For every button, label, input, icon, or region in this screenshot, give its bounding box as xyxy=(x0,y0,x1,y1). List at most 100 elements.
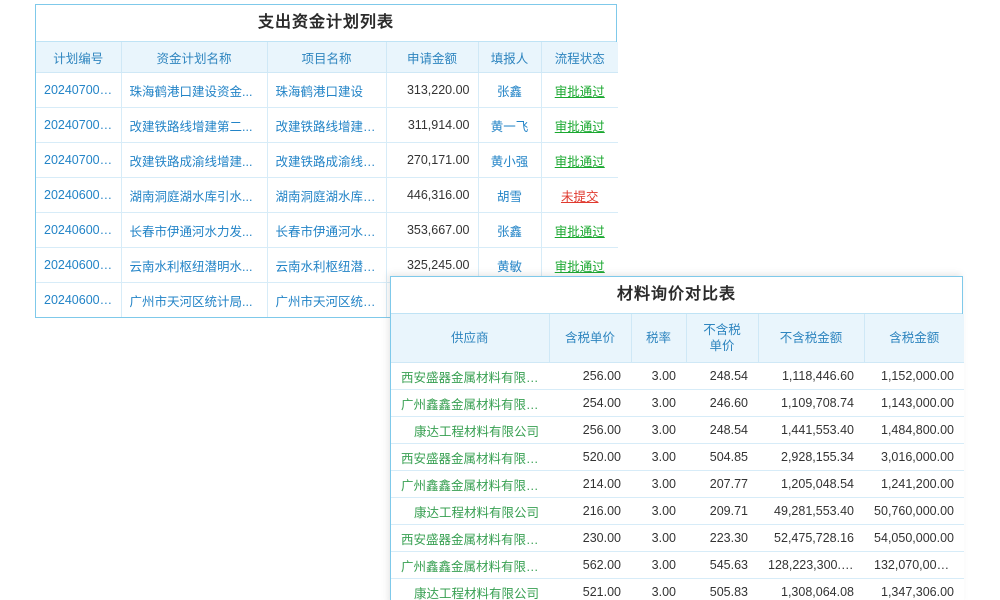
col-flow-status: 流程状态 xyxy=(541,42,618,73)
filler-cell: 黄小强 xyxy=(478,143,541,178)
plan-id-cell[interactable]: 2024070003 xyxy=(36,73,121,108)
expense-plan-row[interactable]: 2024070002 改建铁路线增建第二... 改建铁路线增建第... 311,… xyxy=(36,108,618,143)
material-inquiry-row[interactable]: 西安盛器金属材料有限公司 230.00 3.00 223.30 52,475,7… xyxy=(391,525,964,552)
plan-name-link[interactable]: 珠海鹤港口建设资金... xyxy=(121,73,267,108)
col-untaxed-unit-price: 不含税单价 xyxy=(686,314,758,363)
supplier-cell[interactable]: 康达工程材料有限公司 xyxy=(391,417,549,444)
plan-name-link[interactable]: 云南水利枢纽潜明水... xyxy=(121,248,267,283)
expense-plan-header-row: 计划编号 资金计划名称 项目名称 申请金额 填报人 流程状态 xyxy=(36,42,618,73)
taxed-amount-cell: 1,143,000.00 xyxy=(864,390,964,417)
taxed-amount-cell: 50,760,000.00 xyxy=(864,498,964,525)
taxed-unit-price-cell: 254.00 xyxy=(549,390,631,417)
untaxed-unit-price-cell: 248.54 xyxy=(686,363,758,390)
project-name-link[interactable]: 改建铁路成渝线增... xyxy=(267,143,386,178)
material-inquiry-table: 供应商 含税单价 税率 不含税单价 不含税金额 含税金额 西安盛器金属材料有限公… xyxy=(391,314,964,600)
untaxed-unit-price-cell: 504.85 xyxy=(686,444,758,471)
material-inquiry-row[interactable]: 广州鑫鑫金属材料有限公司 254.00 3.00 246.60 1,109,70… xyxy=(391,390,964,417)
col-filler: 填报人 xyxy=(478,42,541,73)
project-name-link[interactable]: 长春市伊通河水力... xyxy=(267,213,386,248)
supplier-cell[interactable]: 西安盛器金属材料有限公司 xyxy=(391,363,549,390)
expense-plan-row[interactable]: 2024060010 长春市伊通河水力发... 长春市伊通河水力... 353,… xyxy=(36,213,618,248)
supplier-cell[interactable]: 广州鑫鑫金属材料有限公司 xyxy=(391,552,549,579)
untaxed-amount-cell: 1,109,708.74 xyxy=(758,390,864,417)
material-inquiry-body: 西安盛器金属材料有限公司 256.00 3.00 248.54 1,118,44… xyxy=(391,363,964,600)
material-inquiry-row[interactable]: 康达工程材料有限公司 256.00 3.00 248.54 1,441,553.… xyxy=(391,417,964,444)
col-untaxed-amount: 不含税金额 xyxy=(758,314,864,363)
plan-id-cell[interactable]: 2024060010 xyxy=(36,213,121,248)
supplier-cell[interactable]: 西安盛器金属材料有限公司 xyxy=(391,525,549,552)
tax-rate-cell: 3.00 xyxy=(631,525,686,552)
untaxed-unit-price-cell: 248.54 xyxy=(686,417,758,444)
expense-plan-row[interactable]: 2024070003 珠海鹤港口建设资金... 珠海鹤港口建设 313,220.… xyxy=(36,73,618,108)
taxed-unit-price-cell: 521.00 xyxy=(549,579,631,600)
material-inquiry-title: 材料询价对比表 xyxy=(391,277,962,314)
material-inquiry-panel: 材料询价对比表 供应商 含税单价 税率 不含税单价 不含税金额 含税金额 西安盛… xyxy=(390,276,963,600)
expense-plan-panel: 支出资金计划列表 计划编号 资金计划名称 项目名称 申请金额 填报人 流程状态 … xyxy=(35,4,617,318)
project-name-link[interactable]: 珠海鹤港口建设 xyxy=(267,73,386,108)
supplier-cell[interactable]: 西安盛器金属材料有限公司 xyxy=(391,444,549,471)
apply-amount-cell: 446,316.00 xyxy=(386,178,478,213)
taxed-amount-cell: 1,484,800.00 xyxy=(864,417,964,444)
untaxed-unit-price-cell: 209.71 xyxy=(686,498,758,525)
plan-name-link[interactable]: 长春市伊通河水力发... xyxy=(121,213,267,248)
col-apply-amount: 申请金额 xyxy=(386,42,478,73)
plan-name-link[interactable]: 广州市天河区统计局... xyxy=(121,283,267,318)
col-tax-rate: 税率 xyxy=(631,314,686,363)
plan-id-cell[interactable]: 2024060009 xyxy=(36,248,121,283)
taxed-amount-cell: 1,152,000.00 xyxy=(864,363,964,390)
supplier-cell[interactable]: 广州鑫鑫金属材料有限公司 xyxy=(391,390,549,417)
supplier-cell[interactable]: 康达工程材料有限公司 xyxy=(391,498,549,525)
taxed-unit-price-cell: 230.00 xyxy=(549,525,631,552)
project-name-link[interactable]: 改建铁路线增建第... xyxy=(267,108,386,143)
supplier-cell[interactable]: 广州鑫鑫金属材料有限公司 xyxy=(391,471,549,498)
tax-rate-cell: 3.00 xyxy=(631,390,686,417)
flow-status-link[interactable]: 审批通过 xyxy=(541,213,618,248)
taxed-amount-cell: 1,241,200.00 xyxy=(864,471,964,498)
col-plan-name: 资金计划名称 xyxy=(121,42,267,73)
plan-id-cell[interactable]: 2024060008 xyxy=(36,283,121,318)
taxed-amount-cell: 132,070,000.00 xyxy=(864,552,964,579)
material-inquiry-row[interactable]: 广州鑫鑫金属材料有限公司 214.00 3.00 207.77 1,205,04… xyxy=(391,471,964,498)
col-supplier: 供应商 xyxy=(391,314,549,363)
filler-cell: 张鑫 xyxy=(478,213,541,248)
col-plan-id: 计划编号 xyxy=(36,42,121,73)
taxed-amount-cell: 3,016,000.00 xyxy=(864,444,964,471)
material-inquiry-row[interactable]: 康达工程材料有限公司 216.00 3.00 209.71 49,281,553… xyxy=(391,498,964,525)
project-name-link[interactable]: 湖南洞庭湖水库引... xyxy=(267,178,386,213)
material-inquiry-row[interactable]: 康达工程材料有限公司 521.00 3.00 505.83 1,308,064.… xyxy=(391,579,964,600)
taxed-amount-cell: 54,050,000.00 xyxy=(864,525,964,552)
material-inquiry-row[interactable]: 西安盛器金属材料有限公司 256.00 3.00 248.54 1,118,44… xyxy=(391,363,964,390)
expense-plan-row[interactable]: 2024070001 改建铁路成渝线增建... 改建铁路成渝线增... 270,… xyxy=(36,143,618,178)
project-name-link[interactable]: 云南水利枢纽潜明... xyxy=(267,248,386,283)
col-taxed-amount: 含税金额 xyxy=(864,314,964,363)
flow-status-link[interactable]: 未提交 xyxy=(541,178,618,213)
apply-amount-cell: 311,914.00 xyxy=(386,108,478,143)
material-inquiry-row[interactable]: 广州鑫鑫金属材料有限公司 562.00 3.00 545.63 128,223,… xyxy=(391,552,964,579)
plan-id-cell[interactable]: 2024070002 xyxy=(36,108,121,143)
filler-cell: 胡雪 xyxy=(478,178,541,213)
supplier-cell[interactable]: 康达工程材料有限公司 xyxy=(391,579,549,600)
expense-plan-row[interactable]: 2024060011 湖南洞庭湖水库引水... 湖南洞庭湖水库引... 446,… xyxy=(36,178,618,213)
plan-name-link[interactable]: 湖南洞庭湖水库引水... xyxy=(121,178,267,213)
taxed-unit-price-cell: 562.00 xyxy=(549,552,631,579)
material-inquiry-row[interactable]: 西安盛器金属材料有限公司 520.00 3.00 504.85 2,928,15… xyxy=(391,444,964,471)
col-project-name: 项目名称 xyxy=(267,42,386,73)
plan-name-link[interactable]: 改建铁路线增建第二... xyxy=(121,108,267,143)
untaxed-unit-price-cell: 545.63 xyxy=(686,552,758,579)
project-name-link[interactable]: 广州市天河区统计... xyxy=(267,283,386,318)
apply-amount-cell: 313,220.00 xyxy=(386,73,478,108)
stage: 支出资金计划列表 计划编号 资金计划名称 项目名称 申请金额 填报人 流程状态 … xyxy=(0,0,1000,600)
flow-status-link[interactable]: 审批通过 xyxy=(541,73,618,108)
flow-status-link[interactable]: 审批通过 xyxy=(541,108,618,143)
plan-id-cell[interactable]: 2024060011 xyxy=(36,178,121,213)
untaxed-unit-price-cell: 246.60 xyxy=(686,390,758,417)
plan-name-link[interactable]: 改建铁路成渝线增建... xyxy=(121,143,267,178)
filler-cell: 张鑫 xyxy=(478,73,541,108)
filler-cell: 黄一飞 xyxy=(478,108,541,143)
flow-status-link[interactable]: 审批通过 xyxy=(541,143,618,178)
plan-id-cell[interactable]: 2024070001 xyxy=(36,143,121,178)
material-inquiry-header-row: 供应商 含税单价 税率 不含税单价 不含税金额 含税金额 xyxy=(391,314,964,363)
untaxed-amount-cell: 2,928,155.34 xyxy=(758,444,864,471)
tax-rate-cell: 3.00 xyxy=(631,444,686,471)
untaxed-unit-price-cell: 505.83 xyxy=(686,579,758,600)
